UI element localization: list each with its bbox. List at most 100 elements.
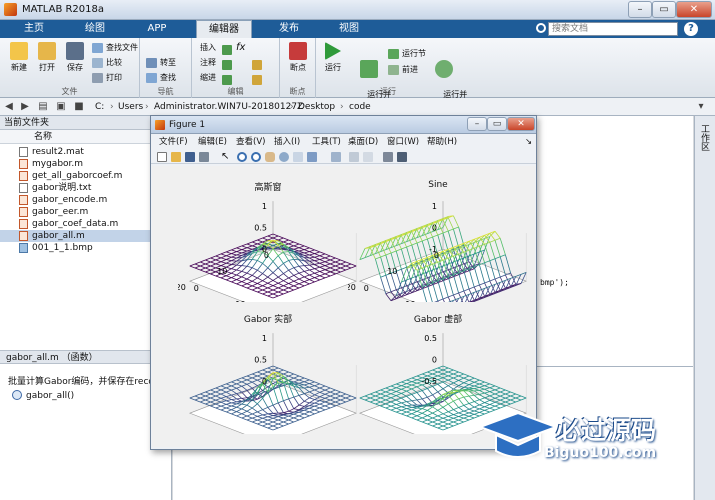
- surface-plot-gabor-real[interactable]: 10.50: [178, 324, 358, 434]
- figure-close-button[interactable]: ✕: [507, 117, 535, 131]
- legend-icon[interactable]: [363, 152, 373, 162]
- search-icon[interactable]: [536, 23, 546, 33]
- rotate-3d-icon[interactable]: [279, 152, 289, 162]
- tab-publish[interactable]: 发布: [266, 20, 312, 38]
- file-item[interactable]: gabor_coef_data.m: [0, 218, 171, 230]
- figure-title: Figure 1: [169, 120, 206, 130]
- zoom-in-icon[interactable]: [237, 152, 247, 162]
- fx-button[interactable]: fx: [236, 42, 245, 54]
- tab-home[interactable]: 主页: [14, 20, 54, 38]
- figure-minimize-button[interactable]: –: [467, 117, 487, 131]
- file-item[interactable]: mygabor.m: [0, 158, 171, 170]
- breadcrumb-drive[interactable]: C:: [95, 98, 104, 116]
- maximize-button[interactable]: ▭: [652, 1, 676, 18]
- file-item[interactable]: gabor_eer.m: [0, 206, 171, 218]
- uncomment-icon[interactable]: [252, 60, 262, 70]
- file-item[interactable]: get_all_gaborcoef.m: [0, 170, 171, 182]
- show-tools-icon[interactable]: [397, 152, 407, 162]
- mesh-line: [231, 249, 237, 253]
- insert-section-icon[interactable]: [222, 45, 232, 55]
- run-button[interactable]: 运行: [320, 42, 346, 73]
- mesh-line: [210, 393, 216, 397]
- breadcrumb-administrator[interactable]: Administrator.WIN7U-20180127Z: [154, 98, 303, 116]
- link-plot-icon[interactable]: [331, 152, 341, 162]
- file-item[interactable]: 001_1_1.bmp: [0, 242, 171, 254]
- tab-plots[interactable]: 绘图: [72, 20, 118, 38]
- back-icon[interactable]: ◀: [2, 100, 16, 114]
- hide-tools-icon[interactable]: [383, 152, 393, 162]
- menu-desktop[interactable]: 桌面(D): [348, 135, 378, 149]
- mesh-line: [231, 383, 237, 387]
- brush-icon[interactable]: [307, 152, 317, 162]
- data-cursor-icon[interactable]: [293, 152, 303, 162]
- dock-arrow-icon[interactable]: ↘: [525, 135, 532, 149]
- file-item-selected[interactable]: gabor_all.m: [0, 230, 171, 242]
- find-files-button[interactable]: 查找文件: [92, 42, 138, 54]
- insert-button[interactable]: 插入: [198, 42, 216, 54]
- print-button[interactable]: 打印: [92, 72, 122, 84]
- run-section-button[interactable]: 运行节: [388, 48, 426, 60]
- pointer-icon[interactable]: ↖: [221, 152, 231, 162]
- mesh-line: [314, 387, 320, 391]
- column-header-name[interactable]: 名称: [0, 130, 171, 144]
- indent-icon[interactable]: [222, 75, 232, 85]
- advance-button[interactable]: 前进: [388, 64, 418, 76]
- search-docs-input[interactable]: 搜索文档: [548, 22, 678, 36]
- menu-insert[interactable]: 插入(I): [274, 135, 300, 149]
- print-figure-icon[interactable]: [199, 152, 209, 162]
- address-dropdown-icon[interactable]: ▾: [694, 100, 708, 114]
- close-button[interactable]: ✕: [676, 1, 712, 18]
- workspace-tab[interactable]: 工作区: [698, 124, 711, 151]
- breadcrumb-code[interactable]: code: [349, 98, 371, 116]
- forward-icon[interactable]: ▶: [18, 100, 32, 114]
- browse-folder-icon[interactable]: ▣: [54, 100, 68, 114]
- mesh-line: [380, 254, 386, 258]
- file-item[interactable]: gabor说明.txt: [0, 182, 171, 194]
- compare-button[interactable]: 比较: [92, 57, 122, 69]
- new-button[interactable]: 新建: [6, 42, 32, 73]
- file-item[interactable]: gabor_encode.m: [0, 194, 171, 206]
- minimize-button[interactable]: –: [628, 1, 652, 18]
- help-icon[interactable]: ?: [684, 22, 698, 36]
- mesh-line: [479, 379, 485, 383]
- menu-tools[interactable]: 工具(T): [312, 135, 341, 149]
- mesh-line: [324, 253, 331, 257]
- breakpoints-button[interactable]: 断点: [285, 42, 311, 73]
- comment-button[interactable]: 注释: [198, 57, 216, 69]
- smart-indent-icon[interactable]: [252, 75, 262, 85]
- menu-help[interactable]: 帮助(H): [427, 135, 457, 149]
- new-figure-icon[interactable]: [157, 152, 167, 162]
- zoom-out-icon[interactable]: [251, 152, 261, 162]
- menu-file[interactable]: 文件(F): [159, 135, 188, 149]
- folder-up-icon[interactable]: ▤: [36, 100, 50, 114]
- open-button[interactable]: 打开: [34, 42, 60, 73]
- surface-plot-gaussian[interactable]: 10.502010001020: [178, 192, 358, 302]
- file-item[interactable]: result2.mat: [0, 146, 171, 158]
- pan-icon[interactable]: [265, 152, 275, 162]
- menu-edit[interactable]: 编辑(E): [198, 135, 227, 149]
- breadcrumb-users[interactable]: Users: [118, 98, 143, 116]
- save-button[interactable]: 保存: [62, 42, 88, 73]
- open-file-icon[interactable]: [171, 152, 181, 162]
- details-header[interactable]: gabor_all.m （函数）: [0, 350, 171, 364]
- mesh-line: [437, 377, 444, 380]
- tab-editor[interactable]: 编辑器: [196, 20, 252, 38]
- menu-view[interactable]: 查看(V): [236, 135, 265, 149]
- breadcrumb-desktop[interactable]: Desktop: [298, 98, 335, 116]
- menu-window[interactable]: 窗口(W): [387, 135, 419, 149]
- run-icon: [325, 42, 341, 60]
- goto-button[interactable]: 转至: [146, 57, 176, 69]
- mesh-line: [226, 255, 232, 258]
- details-function[interactable]: gabor_all(): [26, 391, 74, 401]
- m-file-icon: [19, 159, 28, 169]
- tab-view[interactable]: 视图: [326, 20, 372, 38]
- indent-button[interactable]: 缩进: [198, 72, 216, 84]
- surface-plot-sine[interactable]: 10-12010001020: [348, 192, 528, 302]
- mesh-line: [314, 253, 320, 257]
- tab-apps[interactable]: APP: [134, 20, 180, 38]
- figure-maximize-button[interactable]: ▭: [487, 117, 507, 131]
- save-figure-icon[interactable]: [185, 152, 195, 162]
- find-button[interactable]: 查找: [146, 72, 176, 84]
- colorbar-icon[interactable]: [349, 152, 359, 162]
- comment-icon[interactable]: [222, 60, 232, 70]
